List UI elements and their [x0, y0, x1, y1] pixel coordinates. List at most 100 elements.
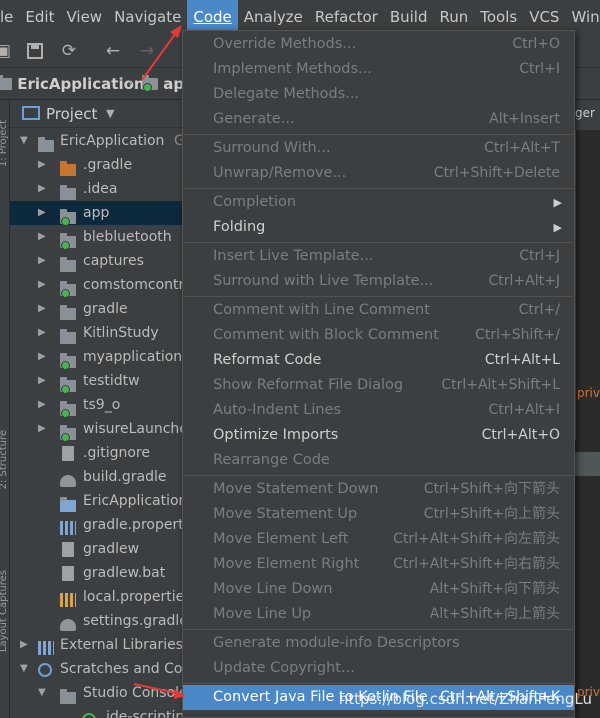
menu-item-surround-live-template[interactable]: Surround with Live Template... Ctrl+Alt+J — [183, 269, 574, 294]
collapsed-arrow-icon[interactable]: ▶ — [38, 225, 46, 249]
project-tree: ▼ EricApplication G ▶ .gradle ▶ .idea ▶ … — [10, 128, 182, 718]
save-icon[interactable] — [24, 40, 46, 62]
menu-vcs[interactable]: VCS — [523, 0, 565, 34]
open-folder-icon[interactable]: ▣ — [0, 40, 14, 62]
tree-item-myapplication[interactable]: ▶ myapplication — [10, 345, 182, 370]
menu-item-generate-module-info[interactable]: Generate module-info Descriptors — [183, 631, 574, 656]
menu-run[interactable]: Run — [433, 0, 474, 34]
menu-view[interactable]: View — [60, 0, 108, 34]
structure-tool-tab[interactable]: 2: Structure — [0, 430, 10, 489]
tree-item-gradlew[interactable]: gradlew — [10, 537, 182, 561]
tree-item-kitlinstudy[interactable]: ▶ KitlinStudy — [10, 321, 182, 345]
tree-item-gradle-dir[interactable]: ▶ .gradle — [10, 153, 182, 177]
tree-item-wisurelauncher[interactable]: ▶ wisureLaunche — [10, 417, 182, 442]
tree-item-scratches[interactable]: ▼ Scratches and Con — [10, 657, 182, 681]
menu-item-move-statement-up[interactable]: Move Statement Up Ctrl+Shift+向上箭头 — [183, 502, 574, 527]
tree-item-build-gradle[interactable]: build.gradle — [10, 465, 182, 489]
tree-item-settings-gradle[interactable]: settings.gradle — [10, 609, 182, 633]
caret-down-icon[interactable]: ▼ — [106, 100, 114, 128]
properties-file-icon — [60, 593, 76, 607]
menu-item-unwrap-remove[interactable]: Unwrap/Remove... Ctrl+Shift+Delete — [183, 161, 574, 186]
menu-refactor[interactable]: Refactor — [309, 0, 384, 34]
tree-item-ts9-o[interactable]: ▶ ts9_o — [10, 393, 182, 418]
collapsed-arrow-icon[interactable]: ▶ — [38, 345, 46, 369]
collapsed-arrow-icon[interactable]: ▶ — [38, 273, 46, 297]
tree-item-external-libraries[interactable]: ▶ External Libraries — [10, 633, 182, 657]
project-window-icon — [22, 106, 40, 120]
project-view-selector[interactable]: Project — [46, 100, 97, 128]
sync-icon[interactable]: ⟳ — [58, 40, 80, 62]
tree-item-gradlew-bat[interactable]: gradlew.bat — [10, 561, 182, 585]
collapsed-arrow-icon[interactable]: ▶ — [38, 249, 46, 273]
menu-item-implement-methods[interactable]: Implement Methods... Ctrl+I — [183, 57, 574, 82]
menu-item-move-statement-down[interactable]: Move Statement Down Ctrl+Shift+向下箭头 — [183, 477, 574, 502]
collapsed-arrow-icon[interactable]: ▶ — [38, 297, 46, 321]
menu-edit[interactable]: Edit — [19, 0, 60, 34]
menu-code[interactable]: Code — [187, 0, 238, 34]
menu-item-rearrange-code[interactable]: Rearrange Code — [183, 448, 574, 473]
menu-item-block-comment[interactable]: Comment with Block Comment Ctrl+Shift+/ — [183, 323, 574, 348]
menu-item-move-line-up[interactable]: Move Line Up Alt+Shift+向上箭头 — [183, 602, 574, 627]
folder-icon — [60, 689, 76, 704]
tree-item-captures[interactable]: ▶ captures — [10, 249, 182, 273]
tree-item-gradle-properties[interactable]: gradle.properti — [10, 513, 182, 537]
folder-icon — [0, 75, 12, 90]
menu-separator — [184, 296, 573, 297]
collapsed-arrow-icon[interactable]: ▶ — [38, 417, 46, 441]
menu-item-update-copyright[interactable]: Update Copyright... — [183, 656, 574, 681]
collapsed-arrow-icon[interactable]: ▶ — [20, 633, 28, 657]
menu-file[interactable]: le — [0, 0, 19, 34]
menu-item-override-methods[interactable]: Override Methods... Ctrl+O — [183, 32, 574, 57]
tree-item-comstomcontro[interactable]: ▶ comstomcontro — [10, 273, 182, 298]
menu-item-folding[interactable]: Folding ▶ — [183, 215, 574, 240]
code-keyword: priv — [577, 386, 600, 400]
tree-item-gitignore[interactable]: .gitignore — [10, 441, 182, 465]
menu-item-reformat-code[interactable]: Reformat Code Ctrl+Alt+L — [183, 348, 574, 373]
tree-item-testidtw[interactable]: ▶ testidtw — [10, 369, 182, 394]
menu-item-completion[interactable]: Completion ▶ — [183, 190, 574, 215]
menu-item-auto-indent[interactable]: Auto-Indent Lines Ctrl+Alt+I — [183, 398, 574, 423]
expanded-arrow-icon[interactable]: ▼ — [20, 129, 28, 153]
tree-item-ide-scripting[interactable]: ide-scripting.groovy — [10, 705, 182, 718]
expanded-arrow-icon[interactable]: ▼ — [38, 681, 46, 705]
menu-item-generate[interactable]: Generate... Alt+Insert — [183, 107, 574, 132]
menu-item-optimize-imports[interactable]: Optimize Imports Ctrl+Alt+O — [183, 423, 574, 448]
menu-tools[interactable]: Tools — [474, 0, 523, 34]
collapsed-arrow-icon[interactable]: ▶ — [38, 369, 46, 393]
layout-captures-tool-tab[interactable]: Layout Captures — [0, 570, 10, 652]
menu-item-delegate-methods[interactable]: Delegate Methods... — [183, 82, 574, 107]
tree-item-iml[interactable]: EricApplication — [10, 489, 182, 513]
module-folder-icon — [60, 401, 76, 418]
menu-item-move-line-down[interactable]: Move Line Down Alt+Shift+向下箭头 — [183, 577, 574, 602]
menu-item-move-element-left[interactable]: Move Element Left Ctrl+Alt+Shift+向左箭头 — [183, 527, 574, 552]
expanded-arrow-icon[interactable]: ▼ — [20, 657, 28, 681]
collapsed-arrow-icon[interactable]: ▶ — [38, 321, 46, 345]
menu-item-show-reformat-dialog[interactable]: Show Reformat File Dialog Ctrl+Alt+Shift+… — [183, 373, 574, 398]
collapsed-arrow-icon[interactable]: ▶ — [38, 153, 46, 177]
menu-item-surround-with[interactable]: Surround With... Ctrl+Alt+T — [183, 136, 574, 161]
collapsed-arrow-icon[interactable]: ▶ — [38, 177, 46, 201]
menu-item-insert-live-template[interactable]: Insert Live Template... Ctrl+J — [183, 244, 574, 269]
tree-item-gradle[interactable]: ▶ gradle — [10, 297, 182, 321]
back-arrow-icon[interactable]: ← — [102, 40, 124, 62]
module-folder-icon — [60, 377, 76, 394]
tree-item-root[interactable]: ▼ EricApplication G — [10, 129, 182, 153]
menu-build[interactable]: Build — [384, 0, 434, 34]
collapsed-arrow-icon[interactable]: ▶ — [38, 393, 46, 417]
menu-window[interactable]: Windo — [565, 0, 600, 34]
editor-tab[interactable]: ger — [575, 106, 595, 120]
gradle-elephant-icon — [60, 619, 76, 631]
breadcrumb-project[interactable]: EricApplication — [0, 68, 145, 100]
collapsed-arrow-icon[interactable]: ▶ — [38, 201, 46, 225]
tree-item-idea[interactable]: ▶ .idea — [10, 177, 182, 201]
menu-analyze[interactable]: Analyze — [238, 0, 309, 34]
menu-separator — [184, 629, 573, 630]
tree-item-blebluetooth[interactable]: ▶ blebluetooth — [10, 225, 182, 250]
folder-icon — [60, 329, 76, 344]
project-tool-tab[interactable]: 1: Project — [0, 120, 10, 167]
menu-item-line-comment[interactable]: Comment with Line Comment Ctrl+/ — [183, 298, 574, 323]
tree-item-local-properties[interactable]: local.properties — [10, 585, 182, 609]
menu-item-move-element-right[interactable]: Move Element Right Ctrl+Alt+Shift+向右箭头 — [183, 552, 574, 577]
editor-area[interactable]: ger priv priv — [575, 100, 600, 718]
tree-item-app[interactable]: ▶ app — [10, 201, 182, 226]
